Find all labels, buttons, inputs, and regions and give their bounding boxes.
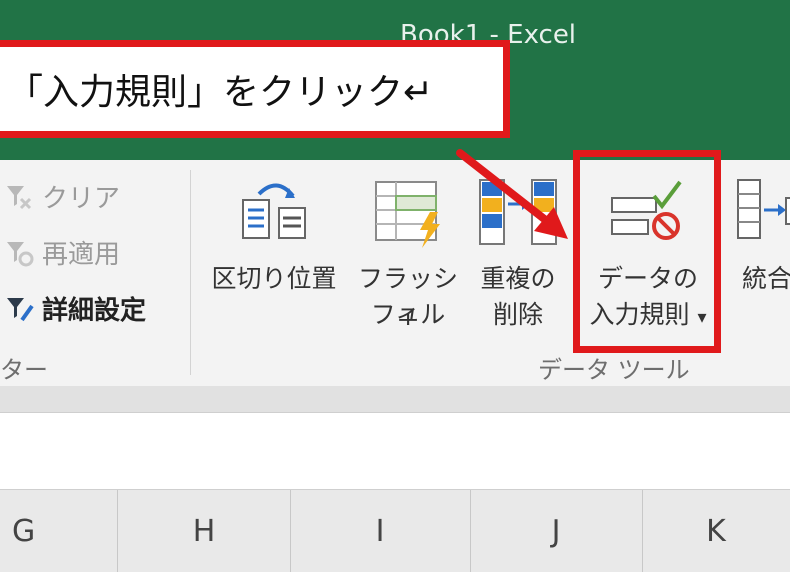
flash-fill-icon (372, 178, 452, 259)
data-tools-group-label: データ ツール (538, 356, 690, 384)
formula-bar-area[interactable] (0, 413, 790, 489)
remove-duplicates-label-line2: 削除 (492, 300, 543, 329)
reapply-filter-button[interactable]: 再適用 (4, 234, 120, 271)
advanced-filter-button[interactable]: 詳細設定 (4, 290, 146, 327)
clear-filter-button[interactable]: クリア (4, 178, 120, 215)
instruction-callout-text: 「入力規則」をクリック↵ (7, 72, 434, 113)
flash-fill-label-line2: フィル (370, 300, 446, 329)
column-header-k[interactable]: K (642, 490, 790, 572)
pointer-arrow-icon (456, 149, 568, 239)
advanced-filter-label: 詳細設定 (42, 296, 147, 326)
clear-filter-label: クリア (42, 184, 121, 214)
text-to-columns-button[interactable]: 区切り位置 (203, 170, 345, 350)
screenshot-edge (790, 0, 800, 571)
column-header-i[interactable]: I (290, 490, 471, 572)
advanced-filter-icon (4, 294, 34, 324)
column-header-g[interactable]: G (0, 490, 118, 572)
flash-fill-button[interactable]: フラッシュ フィル (352, 170, 464, 350)
data-validation-highlight (573, 150, 721, 353)
ribbon-separator (190, 170, 191, 375)
column-header-j[interactable]: J (470, 490, 643, 572)
reapply-filter-icon (4, 238, 34, 268)
reapply-filter-label: 再適用 (42, 240, 121, 270)
instruction-callout: 「入力規則」をクリック↵ (0, 40, 510, 138)
ribbon-bottom-edge (0, 386, 790, 413)
remove-duplicates-label-line1: 重複の (480, 264, 556, 293)
column-headers: G H I J K (0, 489, 790, 572)
filter-group-label: ター (0, 356, 48, 384)
text-to-columns-label: 区切り位置 (211, 264, 337, 293)
text-to-columns-icon (239, 178, 311, 257)
clear-filter-icon (4, 182, 34, 212)
column-header-h[interactable]: H (118, 490, 291, 572)
